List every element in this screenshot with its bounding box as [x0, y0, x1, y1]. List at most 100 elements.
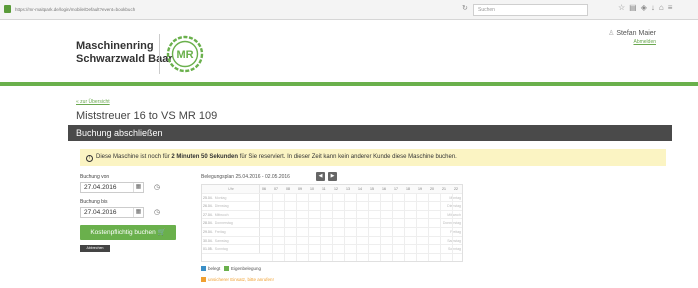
day-date: 25.04.: [203, 195, 213, 200]
star-icon[interactable]: ☆: [618, 3, 629, 12]
day-name: Montag: [214, 195, 227, 200]
reload-icon[interactable]: ↻: [462, 4, 468, 12]
next-week-button[interactable]: ▶: [328, 172, 337, 181]
browser-toolbar: https://mr-maitpark.de/login/mobile/Defa…: [0, 0, 698, 20]
hour-label: 22: [454, 187, 458, 191]
day-cell: 29.04. Freitag: [202, 227, 260, 236]
day-name: Samstag: [214, 238, 229, 243]
occupancy-grid: Uhr 06 07 08 09 10 11 12 13 14 15 16 17 18 19 20 21 22 25.…: [201, 184, 463, 262]
toolbar-icons: ☆▤◈↓⌂≡: [618, 3, 676, 12]
hour-label: 15: [370, 187, 374, 191]
lock-icon: [4, 5, 11, 13]
hour-label: 11: [322, 187, 326, 191]
day-date: 26.04.: [203, 204, 213, 209]
day-date: 27.04.: [203, 212, 213, 217]
panel-title: Buchung abschließen: [68, 125, 672, 141]
hour-label: 10: [310, 187, 314, 191]
grid-line: [296, 193, 297, 261]
logo-text: MR: [176, 49, 193, 61]
grid-line: [440, 193, 441, 261]
legend-label: Eigenbelegung: [231, 266, 262, 271]
hour-label: 06: [262, 187, 266, 191]
book-button[interactable]: Kostenpflichtig buchen 🛒: [80, 225, 176, 240]
day-cell: 25.04. Montag: [202, 193, 260, 202]
notice-text-before: Diese Maschine ist noch für: [96, 154, 172, 160]
user-name-label: Stefan Maier: [616, 30, 656, 37]
page: https://mr-maitpark.de/login/mobile/Defa…: [0, 0, 698, 288]
day-name: Sonntag: [214, 247, 228, 252]
hour-label: 17: [394, 187, 398, 191]
menu-icon[interactable]: ≡: [668, 3, 677, 12]
day-date: 30.04.: [203, 238, 213, 243]
day-cell: 27.04. Mittwoch: [202, 210, 260, 219]
hour-label: 18: [406, 187, 410, 191]
page-title: Miststreuer 16 to VS MR 109: [76, 110, 218, 122]
grid-line: [272, 193, 273, 261]
legend-swatch: [201, 277, 206, 282]
hour-label: 13: [346, 187, 350, 191]
day-name-right: Dienstag: [447, 204, 461, 209]
grid-line: [308, 193, 309, 261]
cart-icon: 🛒: [157, 229, 166, 236]
legend-label: belegt: [208, 266, 221, 271]
day-cell: 26.04. Dienstag: [202, 202, 260, 211]
day-name-right: Mittwoch: [447, 212, 461, 217]
hour-label: 07: [274, 187, 278, 191]
grid-line: [344, 193, 345, 261]
day-date: 28.04.: [203, 221, 213, 226]
logout-link[interactable]: Abmelden: [608, 39, 656, 45]
pocket-icon[interactable]: ◈: [641, 3, 651, 12]
book-button-label: Kostenpflichtig buchen: [90, 229, 156, 236]
cancel-button[interactable]: Abbrechen: [80, 245, 110, 252]
grid-line: [392, 193, 393, 261]
prev-week-button[interactable]: ◀: [316, 172, 325, 181]
calendar-icon[interactable]: ▦: [133, 208, 143, 217]
hour-label: 09: [298, 187, 302, 191]
hour-label: 14: [358, 187, 362, 191]
grid-line: [416, 193, 417, 261]
day-cell: 28.04. Donnerstag: [202, 219, 260, 228]
legend-swatch: [224, 266, 230, 271]
user-name[interactable]: ♙ Stefan Maier: [608, 29, 656, 37]
legend-row-2: unsicherer Einsatz, bitte anrufen!: [201, 277, 274, 282]
download-icon[interactable]: ↓: [651, 3, 659, 12]
legend-swatch: [201, 266, 206, 271]
notice-text-after: für Sie reserviert. In dieser Zeit kann …: [238, 154, 457, 160]
grid-line: [356, 193, 357, 261]
day-name: Mittwoch: [214, 212, 229, 217]
header-divider: [0, 82, 698, 86]
to-label: Buchung bis: [80, 199, 108, 205]
grid-line: [368, 193, 369, 261]
day-name-right: Samstag: [447, 238, 461, 243]
home-icon[interactable]: ⌂: [659, 3, 668, 12]
time-header: Uhr: [202, 185, 260, 193]
notice-countdown: 2 Minuten 50 Sekunden: [171, 154, 239, 160]
day-name: Freitag: [214, 229, 226, 234]
back-link[interactable]: « zur Übersicht: [76, 99, 110, 105]
hour-label: 19: [418, 187, 422, 191]
day-date: 01.05.: [203, 247, 213, 252]
address-bar[interactable]: https://mr-maitpark.de/login/mobile/Defa…: [15, 4, 495, 16]
hour-label: 08: [286, 187, 290, 191]
hour-label: 12: [334, 187, 338, 191]
plan-title: Belegungsplan 25.04.2016 - 02.05.2016: [201, 174, 290, 180]
grid-line: [332, 193, 333, 261]
clock-icon[interactable]: ◷: [154, 183, 160, 191]
mr-logo-icon[interactable]: MR: [166, 35, 204, 73]
clock-icon[interactable]: ◷: [154, 208, 160, 216]
day-cell: 01.05. Sonntag: [202, 245, 260, 254]
day-date: 29.04.: [203, 229, 213, 234]
day-cell: 30.04. Samstag: [202, 236, 260, 245]
legend-label: unsicherer Einsatz, bitte anrufen!: [208, 277, 274, 282]
legend-row-1: belegt Eigenbelegung: [201, 266, 261, 271]
user-box: ♙ Stefan Maier Abmelden: [608, 29, 656, 45]
info-icon: !: [86, 155, 93, 162]
search-input[interactable]: Suchen: [473, 4, 588, 16]
hour-label: 16: [382, 187, 386, 191]
hour-label: 20: [430, 187, 434, 191]
day-name: Donnerstag: [214, 221, 233, 226]
calendar-icon[interactable]: ▦: [133, 183, 143, 192]
reservation-notice: ! Diese Maschine ist noch für 2 Minuten 5…: [80, 149, 666, 166]
bookmarks-icon[interactable]: ▤: [629, 3, 641, 12]
grid-line: [404, 193, 405, 261]
